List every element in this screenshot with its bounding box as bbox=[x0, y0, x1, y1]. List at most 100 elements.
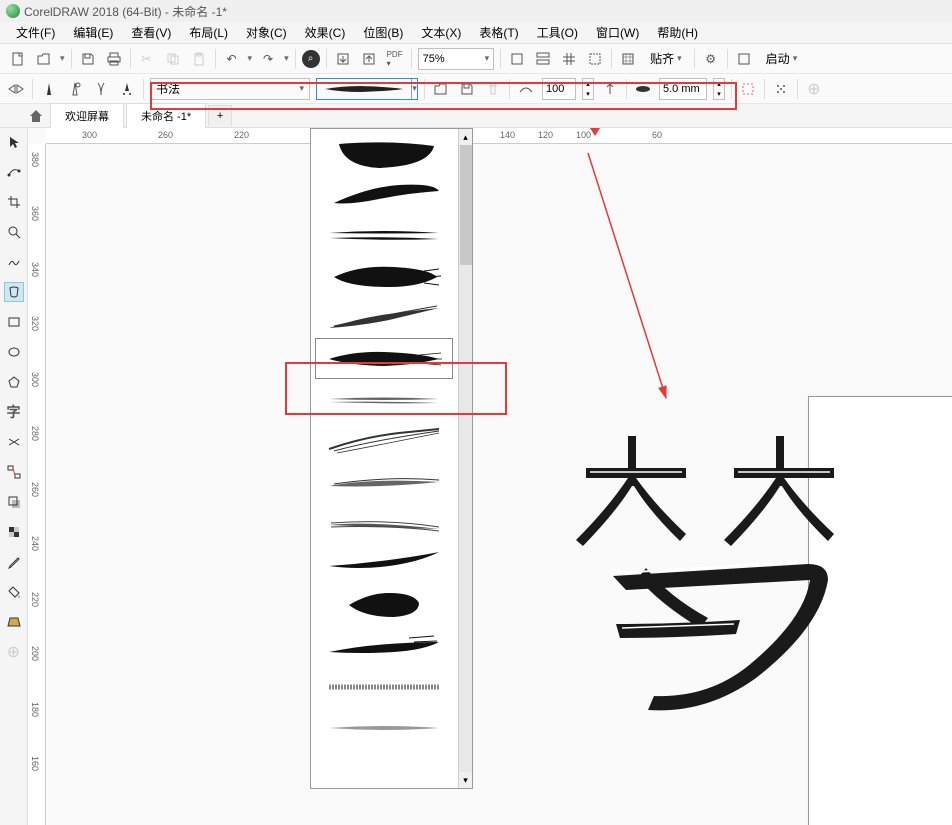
brush-category-combo[interactable]: 书法 ▾ bbox=[150, 78, 310, 100]
show-guides-icon[interactable] bbox=[585, 49, 605, 69]
freehand-tool-icon[interactable] bbox=[4, 252, 24, 272]
menu-effect[interactable]: 效果(C) bbox=[297, 22, 354, 43]
menu-text[interactable]: 文本(X) bbox=[413, 22, 469, 43]
preset-icon[interactable] bbox=[6, 79, 26, 99]
menu-object[interactable]: 对象(C) bbox=[238, 22, 295, 43]
brush-option[interactable] bbox=[315, 215, 453, 256]
menu-file[interactable]: 文件(F) bbox=[8, 22, 63, 43]
brush-list-scrollbar[interactable]: ▴ ▾ bbox=[458, 129, 472, 788]
brush-option[interactable] bbox=[315, 379, 453, 420]
copy-icon[interactable] bbox=[163, 49, 183, 69]
show-grid-icon[interactable] bbox=[559, 49, 579, 69]
launch-button[interactable]: 启动 ▾ bbox=[760, 48, 804, 70]
crop-tool-icon[interactable] bbox=[4, 192, 24, 212]
bounding-box-icon[interactable] bbox=[738, 79, 758, 99]
scroll-up-icon[interactable]: ▴ bbox=[459, 129, 472, 145]
menu-bitmap[interactable]: 位图(B) bbox=[355, 22, 411, 43]
fill-tool-icon[interactable] bbox=[4, 582, 24, 602]
brush-option-selected[interactable] bbox=[315, 338, 453, 379]
home-icon[interactable] bbox=[28, 108, 44, 124]
brush-option[interactable] bbox=[315, 666, 453, 707]
import-icon[interactable] bbox=[333, 49, 353, 69]
menu-view[interactable]: 查看(V) bbox=[123, 22, 179, 43]
polygon-tool-icon[interactable] bbox=[4, 372, 24, 392]
scale-stroke-icon[interactable] bbox=[771, 79, 791, 99]
browse-folder-icon[interactable] bbox=[431, 79, 451, 99]
artistic-media-icon[interactable] bbox=[65, 79, 85, 99]
fullscreen-icon[interactable] bbox=[507, 49, 527, 69]
expand-toolbox-icon[interactable]: ⊕ bbox=[4, 642, 24, 662]
brush-option[interactable] bbox=[315, 707, 453, 748]
transparency-tool-icon[interactable] bbox=[4, 522, 24, 542]
brush-stroke-combo[interactable]: ▾ bbox=[316, 78, 418, 100]
text-tool-icon[interactable]: 字 bbox=[4, 402, 24, 422]
tab-document[interactable]: 未命名 -1* bbox=[126, 103, 206, 128]
brush-option[interactable] bbox=[315, 256, 453, 297]
pdf-icon[interactable]: PDF▾ bbox=[385, 49, 405, 69]
brush-option[interactable] bbox=[315, 297, 453, 338]
menu-tools[interactable]: 工具(O) bbox=[529, 22, 586, 43]
show-rulers-icon[interactable] bbox=[533, 49, 553, 69]
stroke-width-input[interactable] bbox=[659, 78, 707, 100]
zoom-value[interactable] bbox=[423, 53, 481, 65]
outline-tool-icon[interactable] bbox=[4, 612, 24, 632]
brush-option[interactable] bbox=[315, 584, 453, 625]
canvas[interactable]: 300 260 220 180 140 120 100 60 380 360 3… bbox=[28, 128, 952, 825]
new-icon[interactable] bbox=[8, 49, 28, 69]
menu-edit[interactable]: 编辑(E) bbox=[65, 22, 121, 43]
delete-icon[interactable] bbox=[483, 79, 503, 99]
smoothing-spinner[interactable]: ▴▾ bbox=[582, 78, 594, 100]
menu-table[interactable]: 表格(T) bbox=[471, 22, 526, 43]
menu-help[interactable]: 帮助(H) bbox=[649, 22, 706, 43]
brush-option[interactable] bbox=[315, 133, 453, 174]
search-icon[interactable]: ⌕ bbox=[302, 50, 320, 68]
save-icon[interactable] bbox=[78, 49, 98, 69]
paste-icon[interactable] bbox=[189, 49, 209, 69]
options-icon[interactable]: ⚙ bbox=[701, 49, 721, 69]
export-icon[interactable] bbox=[359, 49, 379, 69]
direction-icon[interactable] bbox=[600, 79, 620, 99]
brush-option[interactable] bbox=[315, 502, 453, 543]
brush-option[interactable] bbox=[315, 543, 453, 584]
drop-shadow-tool-icon[interactable] bbox=[4, 492, 24, 512]
menu-layout[interactable]: 布局(L) bbox=[181, 22, 236, 43]
scroll-down-icon[interactable]: ▾ bbox=[459, 772, 472, 788]
print-icon[interactable] bbox=[104, 49, 124, 69]
open-icon[interactable] bbox=[34, 49, 54, 69]
eyedropper-tool-icon[interactable] bbox=[4, 552, 24, 572]
brush-option[interactable] bbox=[315, 461, 453, 502]
connector-tool-icon[interactable] bbox=[4, 462, 24, 482]
brush-icon[interactable] bbox=[91, 79, 111, 99]
pick-tool-icon[interactable] bbox=[4, 132, 24, 152]
width-spinner[interactable]: ▴▾ bbox=[713, 78, 725, 100]
brush-option[interactable] bbox=[315, 174, 453, 215]
parallel-dim-tool-icon[interactable] bbox=[4, 432, 24, 452]
ellipse-tool-icon[interactable] bbox=[4, 342, 24, 362]
brush-option[interactable] bbox=[315, 420, 453, 461]
add-tab-button[interactable]: + bbox=[208, 105, 232, 126]
sprayer-icon[interactable] bbox=[117, 79, 137, 99]
redo-icon[interactable]: ↷ bbox=[258, 49, 278, 69]
undo-dropdown-icon[interactable]: ▾ bbox=[248, 53, 253, 64]
snap-button[interactable]: 贴齐 ▾ bbox=[644, 48, 688, 70]
brush-option[interactable] bbox=[315, 625, 453, 666]
stroke-dropdown-arrow[interactable]: ▾ bbox=[411, 79, 417, 99]
tab-welcome[interactable]: 欢迎屏幕 bbox=[50, 103, 124, 128]
rectangle-tool-icon[interactable] bbox=[4, 312, 24, 332]
freehand-icon[interactable] bbox=[39, 79, 59, 99]
shape-tool-icon[interactable] bbox=[4, 162, 24, 182]
undo-icon[interactable]: ↶ bbox=[222, 49, 242, 69]
zoom-tool-icon[interactable] bbox=[4, 222, 24, 242]
snap-settings-icon[interactable] bbox=[618, 49, 638, 69]
launch-app-icon[interactable] bbox=[734, 49, 754, 69]
save-stroke-icon[interactable] bbox=[457, 79, 477, 99]
open-dropdown-icon[interactable]: ▾ bbox=[60, 53, 65, 64]
smoothing-input[interactable] bbox=[542, 78, 576, 100]
add-icon[interactable]: ⊕ bbox=[804, 79, 824, 99]
scrollbar-thumb[interactable] bbox=[460, 145, 472, 265]
redo-dropdown-icon[interactable]: ▾ bbox=[284, 53, 289, 64]
menu-window[interactable]: 窗口(W) bbox=[588, 22, 647, 43]
cut-icon[interactable]: ✂ bbox=[137, 49, 157, 69]
artistic-media-tool-icon[interactable] bbox=[4, 282, 24, 302]
zoom-combo[interactable]: ▾ bbox=[418, 48, 495, 70]
